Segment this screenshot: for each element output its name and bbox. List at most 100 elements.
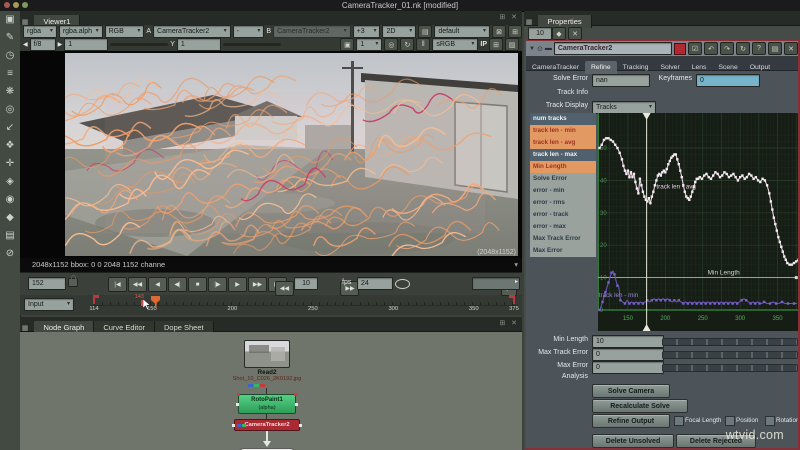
transport-button-7[interactable]: ▶▶ [248, 277, 267, 292]
lock-icon[interactable] [68, 275, 78, 287]
nodegraph-canvas[interactable]: Read2 Shot_10_C026_2K0192.jpg RotoPaint1… [20, 332, 522, 450]
gain-preset-dropdown[interactable]: +3 ▾ [352, 25, 381, 38]
loop-icon[interactable] [395, 279, 410, 289]
roi-icon[interactable]: ◎ [384, 38, 399, 51]
colorspace-dropdown[interactable]: sRGB ▾ [432, 38, 479, 51]
skip-value-field[interactable]: 10 [294, 277, 318, 290]
undo-icon[interactable]: ↶ [704, 42, 718, 55]
prop-tab-cameratracker[interactable]: CameraTracker [526, 61, 585, 74]
wipe-dropdown[interactable]: - ▾ [232, 25, 265, 38]
pin-icon[interactable]: ◆ [552, 27, 566, 40]
collapse-icon[interactable]: ▼ [529, 46, 535, 52]
stripes-icon[interactable]: ▨ [505, 38, 519, 51]
pane-window-icons[interactable]: ⊞ ✕ [499, 319, 519, 327]
chart[interactable]: 01020304050150 200 250 300 350Min Lengthtrac… [598, 113, 799, 331]
filter-icon[interactable]: ◎ [0, 101, 20, 119]
stat-row-error-min[interactable]: error - min [530, 185, 596, 197]
view-mode-dropdown[interactable]: 2D ▾ [382, 25, 417, 38]
gamma-slider[interactable] [222, 43, 281, 46]
prop-tab-output[interactable]: Output [744, 61, 776, 74]
prop-tab-tracking[interactable]: Tracking [617, 61, 655, 74]
transport-button-2[interactable]: ◀ [148, 277, 167, 292]
deep-icon[interactable]: ◆ [0, 209, 20, 227]
status-caret-icon[interactable]: ▾ [514, 258, 518, 272]
stat-row-num-tracks[interactable]: num tracks [530, 113, 596, 125]
pause-icon[interactable]: ‖ [416, 38, 431, 51]
transport-button-4[interactable]: ■ [188, 277, 207, 292]
stat-row-max-track-error[interactable]: Max Track Error [530, 233, 596, 245]
gamma-field[interactable]: 1 [176, 38, 221, 51]
solve-error-field[interactable]: nan [592, 74, 650, 87]
stat-row-min-length[interactable]: Min Length [530, 161, 596, 173]
postage-stamp-icon[interactable]: ☑ [688, 42, 702, 55]
monitor-out-dropdown[interactable]: 1 ▾ [356, 38, 383, 51]
draw-icon[interactable]: ✎ [0, 29, 20, 47]
prop-tab-scene[interactable]: Scene [712, 61, 743, 74]
toolsets-icon[interactable]: ▤ [0, 227, 20, 245]
transport-button-5[interactable]: |▶ [208, 277, 227, 292]
stat-row-track-len-avg[interactable]: track len - avg [530, 137, 596, 149]
max-error-field[interactable]: 0 [592, 361, 664, 374]
revert-icon[interactable]: ↻ [736, 42, 750, 55]
prop-tab-refine[interactable]: Refine [584, 61, 617, 74]
gain-slider[interactable] [110, 43, 169, 46]
alpha-dropdown[interactable]: rgba.alph ▾ [58, 25, 103, 38]
stat-row-solve-error[interactable]: Solve Error [530, 173, 596, 185]
out-marker[interactable] [513, 295, 515, 304]
node-read2-thumbnail[interactable] [244, 340, 290, 368]
stat-row-error-max[interactable]: error - max [530, 221, 596, 233]
image-icon[interactable]: ▣ [0, 11, 20, 29]
stat-row-max-error[interactable]: Max Error [530, 245, 596, 257]
transform-icon[interactable]: ✛ [0, 155, 20, 173]
max-track-error-slider[interactable] [662, 351, 798, 359]
channels-dropdown[interactable]: rgba ▾ [23, 25, 57, 38]
min-length-field[interactable]: 10 [592, 335, 664, 348]
clear-panels-icon[interactable]: ✕ [568, 27, 582, 40]
merge-icon[interactable]: ❖ [0, 137, 20, 155]
recalculate-solve-button[interactable]: Recalculate Solve [592, 399, 688, 413]
delete-unsolved-button[interactable]: Delete Unsolved [592, 434, 674, 448]
solve-camera-button[interactable]: Solve Camera [592, 384, 670, 398]
node-read2-label[interactable]: Read2 [220, 369, 314, 376]
monitor-icon[interactable]: ▣ [340, 38, 355, 51]
node-rotopaint1[interactable]: RotoPaint1 (alpha) [236, 393, 298, 414]
display-channel-dropdown[interactable]: RGB ▾ [104, 25, 145, 38]
min-length-slider[interactable] [662, 338, 798, 346]
time-icon[interactable]: ◷ [0, 47, 20, 65]
panel-stack-count-field[interactable]: 10 [528, 27, 552, 40]
stat-row-error-rms[interactable]: error - rms [530, 197, 596, 209]
pane-window-icons[interactable]: ⊞ ✕ [499, 13, 519, 21]
transport-button-0[interactable]: |◀ [108, 277, 127, 292]
lut-dropdown[interactable]: default ▾ [434, 25, 490, 38]
position-checkbox[interactable] [725, 416, 735, 426]
wipe-icon[interactable]: ⊠ [492, 25, 506, 38]
stat-row-track-len-min[interactable]: track len - min [530, 125, 596, 137]
a-input-dropdown[interactable]: CameraTracker2 ▾ [153, 25, 231, 38]
stops-left-icon[interactable]: ◀ [23, 41, 28, 48]
input-process-toggle[interactable]: IP [480, 41, 487, 48]
gain-field[interactable]: 1 [64, 38, 109, 51]
channel-icon[interactable]: ≡ [0, 65, 20, 83]
keyer-icon[interactable]: ↙ [0, 119, 20, 137]
focal-length-checkbox[interactable] [674, 416, 684, 426]
other-icon[interactable]: ⊘ [0, 245, 20, 263]
refine-output-button[interactable]: Refine Output [592, 414, 670, 428]
film-icon[interactable]: ▤ [418, 25, 433, 38]
help-icon[interactable]: ? [752, 42, 766, 55]
playback-mode-field[interactable] [472, 277, 520, 290]
transport-button-3[interactable]: ◀| [168, 277, 187, 292]
close-panel-icon[interactable]: ✕ [784, 42, 798, 55]
max-error-slider[interactable] [662, 364, 798, 372]
center-icon[interactable]: ⊙ [537, 45, 543, 53]
stops-right-icon[interactable]: ▶ [58, 41, 63, 48]
fit-viewer-icon[interactable]: ⊞ [508, 25, 522, 38]
keyframes-field[interactable]: 0 [696, 74, 760, 87]
stops-field[interactable]: f/8 [29, 38, 56, 51]
viewer-image-area[interactable]: (2048x1152) [20, 51, 522, 258]
frame-range-dropdown[interactable]: Input ▾ [24, 298, 74, 311]
current-frame-field[interactable]: 152 [28, 277, 66, 290]
stat-row-track-len-max[interactable]: track len - max [530, 149, 596, 161]
max-track-error-field[interactable]: 0 [592, 348, 664, 361]
b-input-dropdown[interactable]: CameraTracker2 ▾ [273, 25, 351, 38]
redo-icon[interactable]: ↷ [720, 42, 734, 55]
